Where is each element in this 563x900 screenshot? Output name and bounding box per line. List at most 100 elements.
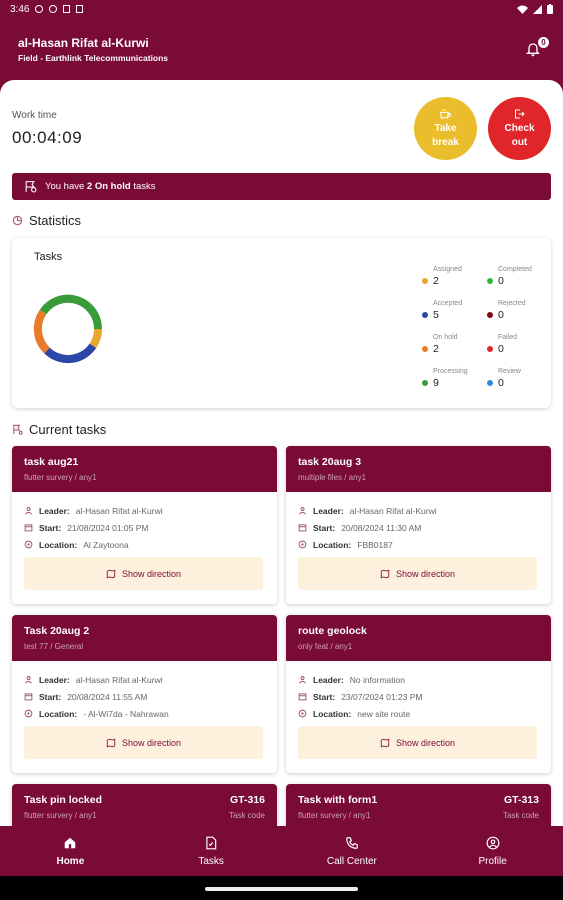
take-break-label-1: Take — [434, 123, 457, 134]
calendar-icon — [298, 693, 307, 701]
legend-label: Completed — [498, 266, 532, 273]
statistics-heading: Statistics — [12, 213, 81, 228]
legend-dot-accepted — [422, 312, 428, 318]
start-label: Start: — [39, 691, 62, 702]
nav-home[interactable]: Home — [0, 826, 141, 876]
task-start-row: Start: 20/08/2024 11:30 AM — [298, 519, 539, 536]
map-icon — [106, 738, 116, 747]
task-leader: al-Hasan Rifat al-Kurwi — [349, 505, 437, 516]
task-subtitle: only feat / any1 — [298, 642, 353, 651]
task-card[interactable]: task 20aug 3 multiple files / any1 Leade… — [286, 446, 551, 604]
home-gesture-handle[interactable] — [205, 887, 358, 891]
task-leader-row: Leader: al-Hasan Rifat al-Kurwi — [24, 502, 265, 519]
task-card[interactable]: route geolock only feat / any1 Leader: No… — [286, 615, 551, 773]
task-details: Leader: al-Hasan Rifat al-Kurwi Start: 20/… — [286, 492, 551, 553]
nav-home-label: Home — [56, 855, 85, 867]
task-title: Task with form1 — [298, 794, 378, 806]
legend-value: 9 — [433, 377, 439, 389]
user-icon — [299, 507, 306, 515]
onhold-suffix: tasks — [133, 181, 156, 192]
legend-label: Rejected — [498, 300, 526, 307]
legend-failed: Failed 0 — [485, 334, 545, 355]
show-direction-label: Show direction — [121, 568, 182, 579]
task-details: Leader: al-Hasan Rifat al-Kurwi Start: 20/… — [12, 661, 277, 722]
location-icon — [298, 709, 307, 718]
legend-review: Review 0 — [485, 368, 545, 389]
location-icon — [24, 709, 33, 718]
task-title: task aug21 — [24, 456, 79, 468]
wifi-icon — [517, 5, 528, 14]
nav-tasks-label: Tasks — [198, 855, 224, 867]
calendar-icon — [24, 693, 33, 701]
sync-icon — [35, 5, 44, 13]
check-out-button[interactable]: Check out — [488, 97, 551, 160]
task-leader: No information — [349, 674, 405, 685]
take-break-button[interactable]: Take break — [414, 97, 477, 160]
task-details: Leader: No information Start: 23/07/2024 0… — [286, 661, 551, 722]
map-icon — [380, 569, 390, 578]
task-location: FBB0187 — [357, 539, 393, 550]
legend-value: 0 — [498, 309, 504, 321]
show-direction-button[interactable]: Show direction — [298, 557, 537, 590]
legend-dot-review — [487, 380, 493, 386]
current-tasks-title: Current tasks — [29, 422, 107, 437]
legend-onhold: On hold 2 — [420, 334, 480, 355]
legend-rejected: Rejected 0 — [485, 300, 545, 321]
legend-dot-rejected — [487, 312, 493, 318]
calendar-icon — [24, 524, 33, 532]
task-code-label: Task code — [502, 811, 539, 820]
task-start-row: Start: 21/08/2024 01:05 PM — [24, 519, 265, 536]
task-location: Al Zaytoona — [83, 539, 129, 550]
nav-profile[interactable]: Profile — [422, 826, 563, 876]
task-card[interactable]: Task 20aug 2 test 77 / General Leader: al… — [12, 615, 277, 773]
legend-label: On hold — [433, 334, 458, 341]
task-start: 21/08/2024 01:05 PM — [67, 522, 149, 533]
tasks-document-icon — [206, 836, 217, 849]
notifications-button[interactable]: 0 — [525, 37, 549, 60]
system-gesture-bar — [0, 876, 563, 900]
work-time-label: Work time — [12, 110, 57, 121]
nav-tasks[interactable]: Tasks — [141, 826, 282, 876]
show-direction-label: Show direction — [395, 568, 456, 579]
task-card[interactable]: Task with form1 flutter survery / any1 G… — [286, 784, 551, 826]
location-icon — [298, 540, 307, 549]
legend-label: Assigned — [433, 266, 462, 273]
show-direction-label: Show direction — [121, 737, 182, 748]
user-icon — [299, 676, 306, 684]
show-direction-button[interactable]: Show direction — [24, 726, 263, 759]
leader-label: Leader: — [313, 674, 344, 685]
task-card[interactable]: task aug21 flutter survery / any1 Leader… — [12, 446, 277, 604]
donut-segment-onhold — [33, 309, 50, 354]
task-location-row: Location: FBB0187 — [298, 536, 539, 553]
user-name: al-Hasan Rifat al-Kurwi — [18, 36, 149, 50]
legend-value: 2 — [433, 275, 439, 287]
location-label: Location: — [39, 539, 78, 550]
task-card-header: route geolock only feat / any1 — [286, 615, 551, 661]
nav-call-center[interactable]: Call Center — [282, 826, 423, 876]
task-subtitle: test 77 / General — [24, 642, 84, 651]
show-direction-label: Show direction — [395, 737, 456, 748]
donut-segment-processing — [39, 294, 103, 330]
task-card[interactable]: Task pin locked flutter survery / any1 G… — [12, 784, 277, 826]
location-label: Location: — [313, 539, 352, 550]
onhold-prefix: You have — [45, 181, 85, 192]
legend-value: 0 — [498, 343, 504, 355]
map-icon — [106, 569, 116, 578]
task-start-row: Start: 23/07/2024 01:23 PM — [298, 688, 539, 705]
onhold-flag-icon — [25, 181, 37, 193]
tasks-route-icon — [13, 424, 23, 435]
vpn-icon — [49, 5, 58, 13]
home-icon — [65, 837, 76, 848]
task-leader: al-Hasan Rifat al-Kurwi — [75, 505, 163, 516]
show-direction-button[interactable]: Show direction — [298, 726, 537, 759]
notification-icon — [76, 5, 84, 13]
donut-segment-assigned — [89, 328, 103, 349]
legend-value: 0 — [498, 275, 504, 287]
show-direction-button[interactable]: Show direction — [24, 557, 263, 590]
check-out-label-2: out — [511, 136, 528, 148]
onhold-banner[interactable]: You have 2 On hold tasks — [12, 173, 551, 200]
task-start: 20/08/2024 11:55 AM — [67, 691, 148, 702]
task-location: new site route — [357, 708, 411, 719]
shield-icon — [63, 5, 71, 13]
legend-value: 5 — [433, 309, 439, 321]
